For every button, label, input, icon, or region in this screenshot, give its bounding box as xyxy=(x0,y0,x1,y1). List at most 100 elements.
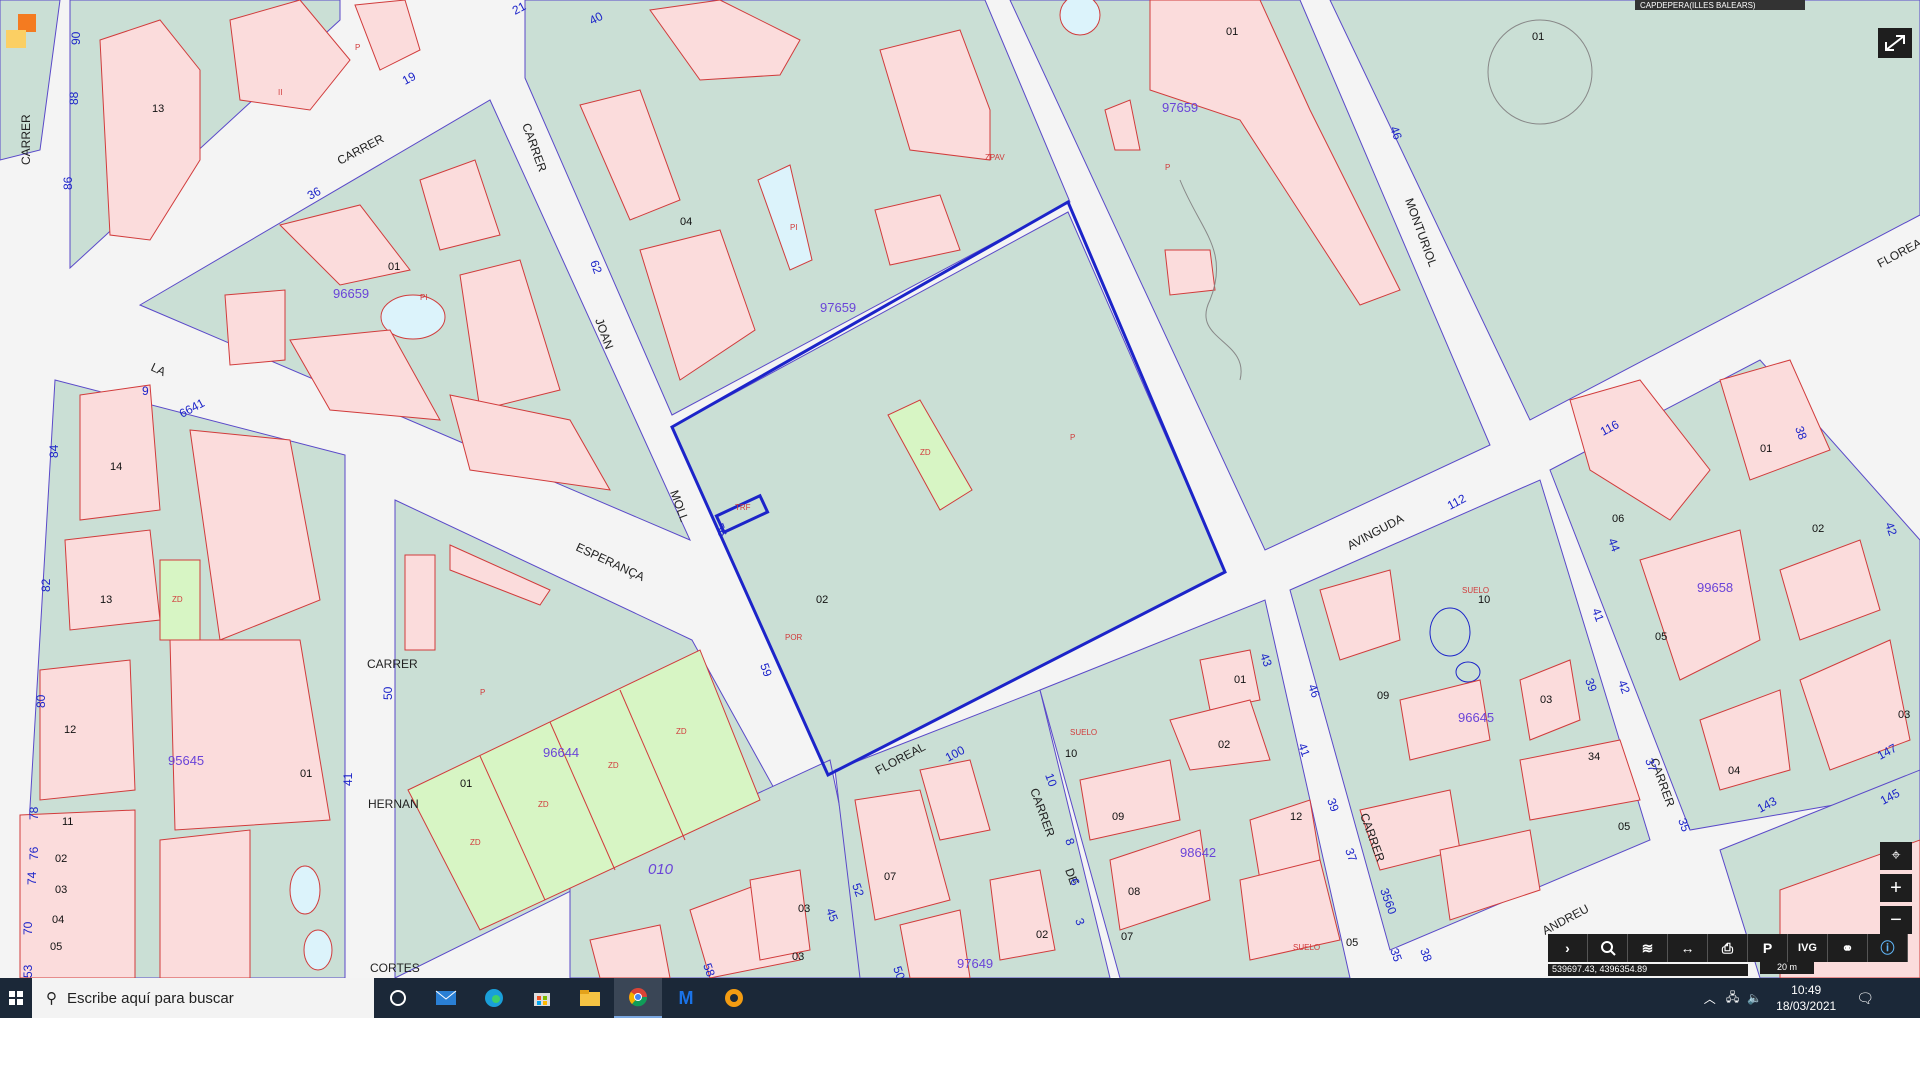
svg-text:TRF: TRF xyxy=(735,503,751,512)
clock-date[interactable]: 18/03/2021 xyxy=(1776,998,1836,1014)
store-icon[interactable] xyxy=(518,978,566,1018)
svg-text:13: 13 xyxy=(152,103,164,115)
volume-icon[interactable]: 🔈 xyxy=(1747,991,1762,1005)
m-icon[interactable]: M xyxy=(662,978,710,1018)
info-icon[interactable]: ⓘ xyxy=(1868,934,1908,962)
svg-text:010: 010 xyxy=(648,861,674,878)
svg-text:CORTES: CORTES xyxy=(370,961,420,975)
svg-text:ZPAV: ZPAV xyxy=(985,153,1005,162)
svg-text:04: 04 xyxy=(1728,765,1740,777)
clock-time[interactable]: 10:49 xyxy=(1791,982,1821,998)
arrow-right-icon[interactable]: › xyxy=(1548,934,1588,962)
svg-text:90: 90 xyxy=(69,31,83,45)
svg-text:02: 02 xyxy=(816,594,828,606)
svg-text:ZD: ZD xyxy=(920,448,931,457)
svg-text:04: 04 xyxy=(680,216,692,228)
svg-text:07: 07 xyxy=(884,871,896,883)
explorer-icon[interactable] xyxy=(566,978,614,1018)
svg-text:9: 9 xyxy=(142,384,149,398)
svg-text:95645: 95645 xyxy=(168,753,204,768)
svg-text:01: 01 xyxy=(1226,26,1238,38)
svg-text:98642: 98642 xyxy=(1180,845,1216,860)
share-icon[interactable]: ⚭ xyxy=(1828,934,1868,962)
taskbar: ⚲ Escribe aquí para buscar M ︿ 🖧 🔈 10:49… xyxy=(0,978,1920,1018)
svg-text:53: 53 xyxy=(21,964,35,978)
svg-text:ZD: ZD xyxy=(470,838,481,847)
svg-text:96644: 96644 xyxy=(543,745,579,760)
svg-text:86: 86 xyxy=(61,176,75,190)
svg-text:CARRER: CARRER xyxy=(367,657,418,671)
search-icon: ⚲ xyxy=(46,990,57,1007)
svg-text:ZD: ZD xyxy=(676,727,687,736)
cadastral-map[interactable]: CAPDEPERA(ILLES BALEARS) CARRER CARRER C… xyxy=(0,0,1920,978)
svg-text:34: 34 xyxy=(1588,751,1600,763)
svg-text:P: P xyxy=(480,688,485,697)
svg-text:84: 84 xyxy=(47,444,61,458)
svg-text:05: 05 xyxy=(1346,937,1358,949)
settings-icon[interactable] xyxy=(710,978,758,1018)
svg-text:03: 03 xyxy=(798,903,810,915)
svg-text:14: 14 xyxy=(110,461,122,473)
svg-text:09: 09 xyxy=(1377,690,1389,702)
svg-text:03: 03 xyxy=(1898,709,1910,721)
svg-text:01: 01 xyxy=(388,261,400,273)
network-icon[interactable]: 🖧 xyxy=(1726,988,1739,1009)
svg-text:09: 09 xyxy=(1112,811,1124,823)
svg-text:80: 80 xyxy=(34,694,48,708)
chevron-up-icon[interactable]: ︿ xyxy=(1704,990,1716,1007)
chrome-icon[interactable] xyxy=(614,978,662,1018)
svg-text:06: 06 xyxy=(1612,513,1624,525)
scale-bar: 20 m xyxy=(1760,962,1814,974)
svg-text:97659: 97659 xyxy=(820,300,856,315)
svg-text:01: 01 xyxy=(460,778,472,790)
region-label: CAPDEPERA(ILLES BALEARS) xyxy=(1640,1,1756,10)
svg-text:12: 12 xyxy=(64,724,76,736)
map-toolbar: › ≋ ↔ ⎙ P IVG ⚭ ⓘ xyxy=(1548,934,1908,962)
svg-text:02: 02 xyxy=(1218,739,1230,751)
svg-text:ZD: ZD xyxy=(608,761,619,770)
fullscreen-button[interactable] xyxy=(1878,28,1912,58)
svg-text:50: 50 xyxy=(381,686,395,700)
search-placeholder: Escribe aquí para buscar xyxy=(67,989,234,1007)
notification-icon[interactable]: 🗨 xyxy=(1856,990,1874,1007)
svg-text:97659: 97659 xyxy=(1162,100,1198,115)
start-button[interactable] xyxy=(0,978,32,1018)
svg-text:03: 03 xyxy=(792,951,804,963)
svg-text:P: P xyxy=(355,43,360,52)
svg-text:02: 02 xyxy=(55,853,67,865)
svg-text:99658: 99658 xyxy=(1697,580,1733,595)
svg-text:05: 05 xyxy=(50,941,62,953)
mail-icon[interactable] xyxy=(422,978,470,1018)
svg-text:96659: 96659 xyxy=(333,286,369,301)
cortana-icon[interactable] xyxy=(374,978,422,1018)
svg-text:10: 10 xyxy=(1065,748,1077,760)
svg-text:13: 13 xyxy=(100,594,112,606)
zoom-out-button[interactable]: − xyxy=(1880,906,1912,934)
svg-text:03: 03 xyxy=(55,884,67,896)
edge-icon[interactable] xyxy=(470,978,518,1018)
print-icon[interactable]: ⎙ xyxy=(1708,934,1748,962)
svg-text:PI: PI xyxy=(420,293,428,302)
svg-text:SUELO: SUELO xyxy=(1070,728,1097,737)
ivg-button[interactable]: IVG xyxy=(1788,934,1828,962)
svg-text:ZD: ZD xyxy=(172,595,183,604)
layers-icon[interactable]: ≋ xyxy=(1628,934,1668,962)
svg-text:97649: 97649 xyxy=(957,956,993,971)
svg-text:SUELO: SUELO xyxy=(1293,943,1320,952)
measure-icon[interactable]: ↔ xyxy=(1668,934,1708,962)
search-icon[interactable] xyxy=(1588,934,1628,962)
svg-text:P: P xyxy=(1070,433,1075,442)
svg-text:88: 88 xyxy=(67,91,81,105)
svg-text:POR: POR xyxy=(785,633,803,642)
svg-text:70: 70 xyxy=(21,921,35,935)
locate-button[interactable]: ⌖ xyxy=(1880,842,1912,870)
parking-icon[interactable]: P xyxy=(1748,934,1788,962)
taskbar-search[interactable]: ⚲ Escribe aquí para buscar xyxy=(32,978,374,1018)
svg-text:03: 03 xyxy=(1540,694,1552,706)
svg-text:II: II xyxy=(278,88,282,97)
svg-text:76: 76 xyxy=(27,846,41,860)
svg-text:01: 01 xyxy=(1234,674,1246,686)
svg-text:04: 04 xyxy=(52,914,64,926)
svg-text:11: 11 xyxy=(62,816,73,828)
zoom-in-button[interactable]: + xyxy=(1880,874,1912,902)
